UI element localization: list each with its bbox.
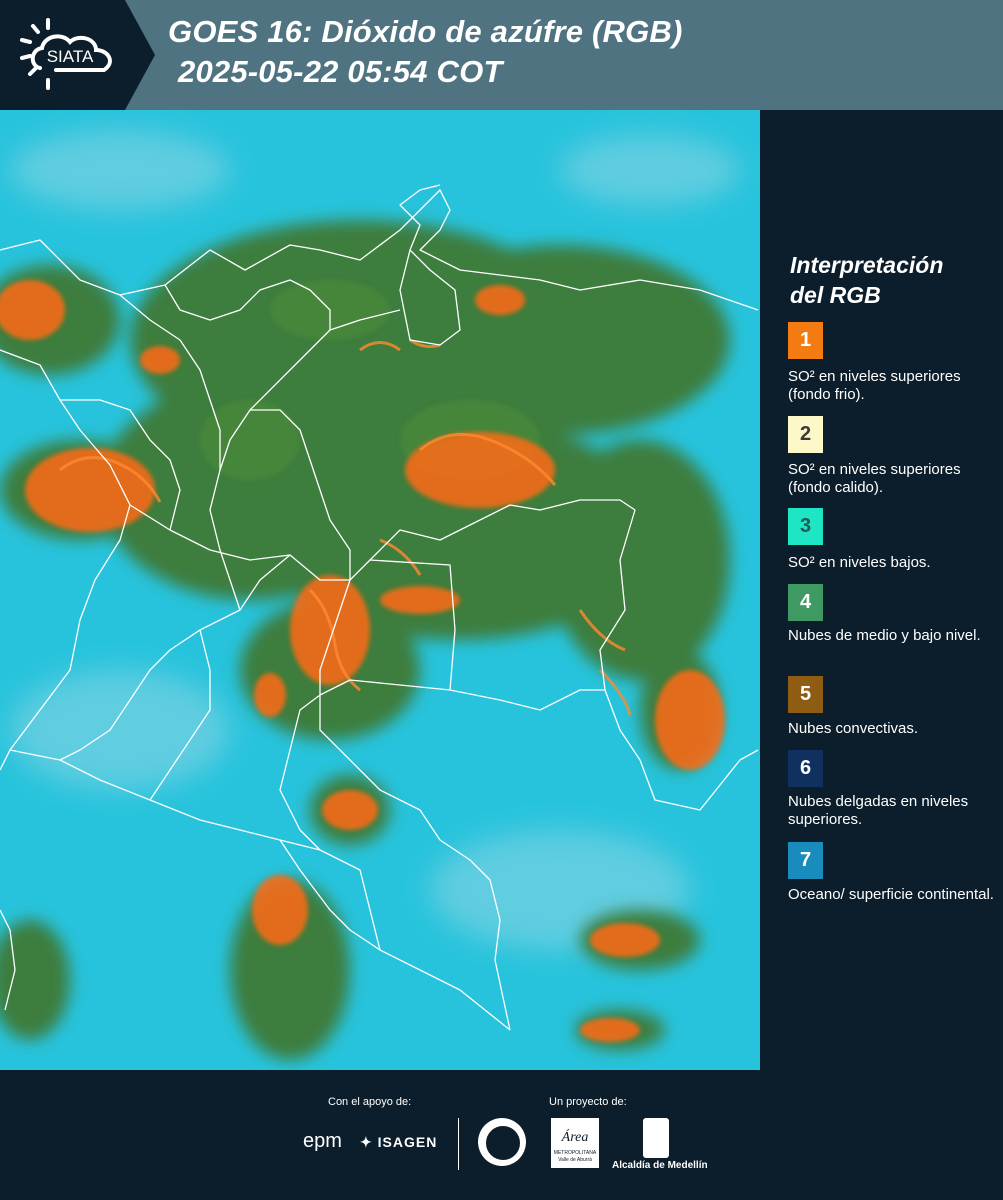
legend-swatch-1: 1	[788, 322, 823, 359]
area-logo-text: Área	[561, 1130, 589, 1145]
legend-label-5: Nubes convectivas.	[788, 720, 919, 737]
legend-label-3: SO² en niveles bajos.	[788, 554, 931, 571]
legend-title-line1: Interpretación	[790, 252, 944, 278]
legend-label-6: Nubes delgadas en niveles superiores.	[788, 793, 969, 828]
legend-number: 2	[799, 423, 812, 445]
legend-number: 5	[799, 683, 812, 705]
area-logo-sub: METROPOLITANA	[553, 1150, 597, 1156]
legend-swatch-2: 2	[788, 416, 823, 453]
legend-label-7: Oceano/ superficie continental.	[788, 886, 994, 903]
alcaldia-shield-icon	[643, 1118, 669, 1158]
isagen-logo: ✦ ISAGEN	[360, 1134, 437, 1151]
area-metropolitana-logo: Área METROPOLITANA Valle de Aburrá	[551, 1118, 599, 1168]
legend-label-4: Nubes de medio y bajo nivel.	[788, 627, 981, 644]
area-logo-sub2: Valle de Aburrá	[558, 1157, 592, 1163]
legend-title-line2: del RGB	[790, 282, 881, 308]
header-bar: SIATA GOES 16: Dióxido de azúfre (RGB) 2…	[0, 0, 1003, 110]
legend-swatch-4: 4	[788, 584, 823, 621]
legend-number: 1	[799, 329, 812, 351]
satellite-map	[0, 110, 760, 1070]
legend-swatch-5: 5	[788, 676, 823, 713]
siata-logo: SIATA	[0, 0, 155, 110]
support-label: Con el apoyo de:	[328, 1096, 412, 1108]
legend-swatch-7: 7	[788, 842, 823, 879]
legend-label-2: SO² en niveles superiores (fondo calido)…	[788, 461, 961, 496]
legend-label-1: SO² en niveles superiores (fondo frio).	[788, 368, 961, 403]
footer-divider	[458, 1118, 459, 1170]
alcaldia-logo-text: Alcaldía de Medellín	[612, 1160, 708, 1171]
timestamp: 2025-05-22 05:54 COT	[178, 54, 503, 89]
legend-swatch-3: 3	[788, 508, 823, 545]
medellin-seal-icon	[478, 1118, 526, 1166]
legend-number: 4	[799, 591, 812, 613]
legend-title: Interpretación del RGB	[790, 250, 990, 310]
legend-panel: Interpretación del RGB 1 SO² en niveles …	[760, 110, 1003, 1070]
epm-logo: epm	[303, 1130, 342, 1152]
legend-swatch-6: 6	[788, 750, 823, 787]
legend-number: 3	[799, 515, 812, 537]
isagen-icon: ✦	[360, 1134, 373, 1150]
project-label: Un proyecto de:	[549, 1096, 627, 1108]
legend-number: 6	[799, 757, 812, 779]
logo-text: SIATA	[47, 47, 94, 66]
page-title: GOES 16: Dióxido de azúfre (RGB)	[168, 14, 683, 49]
legend-number: 7	[799, 849, 812, 871]
footer: Con el apoyo de: Un proyecto de: epm ✦ I…	[0, 1070, 1003, 1200]
isagen-text: ISAGEN	[377, 1134, 438, 1150]
